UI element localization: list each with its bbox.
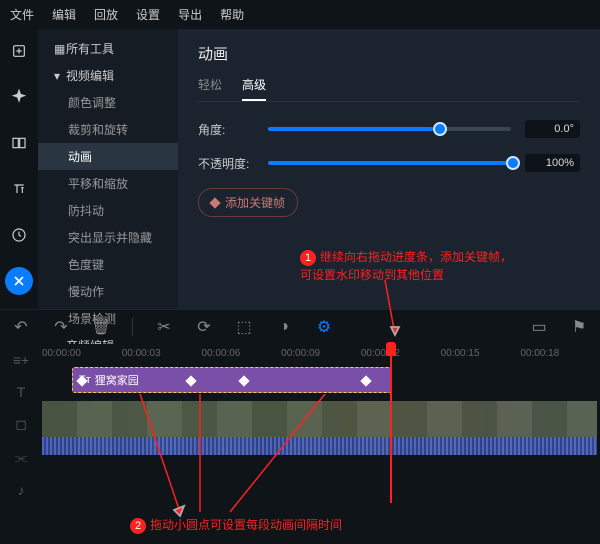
video-track[interactable]	[42, 401, 600, 461]
panel-tabs: 轻松 高级	[198, 76, 580, 102]
text-track[interactable]: Tᴛ 狸窝家园	[42, 367, 600, 397]
delete-button[interactable]: 🗑	[92, 318, 110, 336]
angle-slider[interactable]	[268, 127, 511, 131]
opacity-value[interactable]: 100%	[525, 154, 580, 172]
menu-edit[interactable]: 编辑	[52, 6, 76, 23]
playhead[interactable]	[390, 344, 392, 503]
audio-waveform	[42, 437, 597, 455]
menu-help[interactable]: 帮助	[220, 6, 244, 23]
cut-button[interactable]: ✂	[155, 318, 173, 336]
audio-track-icon[interactable]: ♪	[18, 482, 25, 498]
undo-button[interactable]: ↶	[12, 318, 30, 336]
opacity-slider[interactable]	[268, 161, 511, 165]
more-tools-button[interactable]	[5, 267, 33, 295]
annotation-2: 2拖动小圆点可设置每段动画间隔时间	[130, 516, 342, 534]
sidebar-item-animation[interactable]: 动画	[38, 143, 178, 170]
diamond-icon	[209, 197, 220, 208]
angle-control: 角度: 0.0°	[198, 120, 580, 138]
filters-button[interactable]	[5, 83, 33, 111]
sidebar-item-chroma[interactable]: 色度键	[38, 251, 178, 278]
add-track-button[interactable]: ≡+	[13, 352, 29, 368]
sidebar-item-panzoom[interactable]: 平移和缩放	[38, 170, 178, 197]
text-clip[interactable]: Tᴛ 狸窝家园	[72, 367, 392, 393]
add-keyframe-button[interactable]: 添加关键帧	[198, 188, 298, 217]
opacity-control: 不透明度: 100%	[198, 154, 580, 172]
sidebar-all-tools[interactable]: ▦所有工具	[38, 35, 178, 62]
sidebar-item-color[interactable]: 颜色调整	[38, 89, 178, 116]
marker-button[interactable]: ⚑	[570, 318, 588, 336]
menu-file[interactable]: 文件	[10, 6, 34, 23]
menu-settings[interactable]: 设置	[136, 6, 160, 23]
angle-value[interactable]: 0.0°	[525, 120, 580, 138]
video-track-icon[interactable]: ◻	[15, 416, 27, 433]
snap-button[interactable]: ▭	[530, 318, 548, 336]
angle-label: 角度:	[198, 121, 268, 138]
rotate-button[interactable]: ⟳	[195, 318, 213, 336]
video-clip[interactable]	[42, 401, 597, 455]
opacity-label: 不透明度:	[198, 155, 268, 172]
sidebar-item-stabilize[interactable]: 防抖动	[38, 197, 178, 224]
crop-tool-button[interactable]: ⬚	[235, 318, 253, 336]
text-track-icon[interactable]: T	[17, 384, 26, 400]
color-tool-button[interactable]: ◑	[275, 318, 293, 336]
menu-bar: 文件 编辑 回放 设置 导出 帮助	[0, 0, 600, 29]
track-rail: ≡+ T ◻ ⫘ ♪	[0, 344, 42, 544]
link-track-icon[interactable]: ⫘	[15, 449, 28, 466]
text-button[interactable]	[5, 175, 33, 203]
timeline: ≡+ T ◻ ⫘ ♪ 00:00:00 00:00:03 00:00:06 00…	[0, 344, 600, 544]
tools-sidebar: ▦所有工具 ▾视频编辑 颜色调整 裁剪和旋转 动画 平移和缩放 防抖动 突出显示…	[38, 29, 178, 309]
tab-easy[interactable]: 轻松	[198, 76, 222, 101]
sidebar-video-edit[interactable]: ▾视频编辑	[38, 62, 178, 89]
tab-advanced[interactable]: 高级	[242, 76, 266, 101]
time-ruler[interactable]: 00:00:00 00:00:03 00:00:06 00:00:09 00:0…	[42, 344, 600, 363]
sidebar-item-highlight[interactable]: 突出显示并隐藏	[38, 224, 178, 251]
redo-button[interactable]: ↷	[52, 318, 70, 336]
tool-rail	[0, 29, 38, 309]
sidebar-item-crop[interactable]: 裁剪和旋转	[38, 116, 178, 143]
menu-playback[interactable]: 回放	[94, 6, 118, 23]
add-media-button[interactable]	[5, 37, 33, 65]
menu-export[interactable]: 导出	[178, 6, 202, 23]
adjust-tool-button[interactable]: ⚙	[315, 318, 333, 336]
transitions-button[interactable]	[5, 129, 33, 157]
panel-title: 动画	[198, 43, 580, 64]
properties-panel: 动画 轻松 高级 角度: 0.0° 不透明度: 100% 添加关键帧	[178, 29, 600, 309]
clock-button[interactable]	[5, 221, 33, 249]
sidebar-item-slowmo[interactable]: 慢动作	[38, 278, 178, 305]
